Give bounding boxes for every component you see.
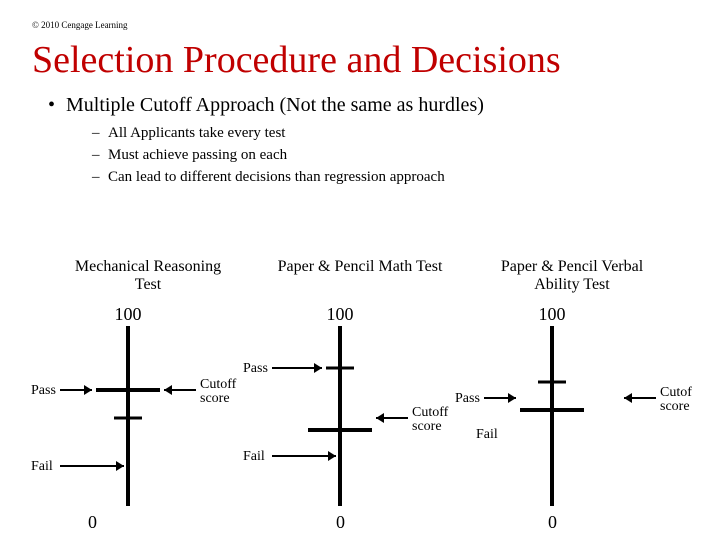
- chart2-pass-arrowhead: [314, 363, 322, 373]
- chart3-top: 100: [539, 304, 566, 324]
- chart2-top: 100: [327, 304, 354, 324]
- chart1-top: 100: [115, 304, 142, 324]
- chart1-pass-arrowhead: [84, 385, 92, 395]
- chart3-fail-label: Fail: [476, 427, 498, 442]
- chart2-cutoff-label2: score: [412, 419, 442, 434]
- chart1-pass-label: Pass: [31, 383, 56, 398]
- chart2-bottom: 0: [336, 512, 345, 532]
- chart1-fail-arrowhead: [116, 461, 124, 471]
- chart2-title: Paper & Pencil Math Test: [275, 258, 445, 276]
- chart1-fail-label: Fail: [31, 459, 53, 474]
- sub-bullet-3: Can lead to different decisions than reg…: [92, 167, 690, 187]
- sub-bullet-1: All Applicants take every test: [92, 123, 690, 143]
- chart3-cutoff-arrowhead: [624, 393, 632, 403]
- chart1-title: Mechanical Reasoning Test: [63, 258, 233, 293]
- copyright-text: © 2010 Cengage Learning: [0, 0, 720, 30]
- sub-bullets: All Applicants take every test Must achi…: [48, 123, 690, 188]
- chart3: 100 Pass Cutoff score Fail 0: [452, 298, 692, 543]
- chart2-pass-label: Pass: [243, 361, 268, 376]
- chart2-fail-label: Fail: [243, 449, 265, 464]
- chart3-cutoff-label1: Cutoff: [660, 385, 692, 400]
- chart2-cutoff-label1: Cutoff: [412, 405, 449, 420]
- chart1-cutoff-label2: score: [200, 391, 230, 406]
- chart2-cutoff-arrowhead: [376, 413, 384, 423]
- chart1-bottom: 0: [88, 512, 97, 532]
- chart2: 100 Pass Cutoff score Fail 0: [240, 298, 480, 543]
- sub-bullet-2: Must achieve passing on each: [92, 145, 690, 165]
- chart1: 100 Pass Cutoff score Fail 0: [28, 298, 268, 543]
- chart2-fail-arrowhead: [328, 451, 336, 461]
- bullet-main: Multiple Cutoff Approach (Not the same a…: [48, 94, 690, 117]
- chart1-cutoff-label1: Cutoff: [200, 377, 237, 392]
- chart3-cutoff-label2: score: [660, 399, 690, 414]
- page-title: Selection Procedure and Decisions: [0, 30, 720, 90]
- chart3-bottom: 0: [548, 512, 557, 532]
- chart1-cutoff-arrowhead: [164, 385, 172, 395]
- bullet-content: Multiple Cutoff Approach (Not the same a…: [0, 90, 720, 188]
- chart3-pass-arrowhead: [508, 393, 516, 403]
- chart3-pass-label: Pass: [455, 391, 480, 406]
- chart3-title: Paper & Pencil Verbal Ability Test: [487, 258, 657, 293]
